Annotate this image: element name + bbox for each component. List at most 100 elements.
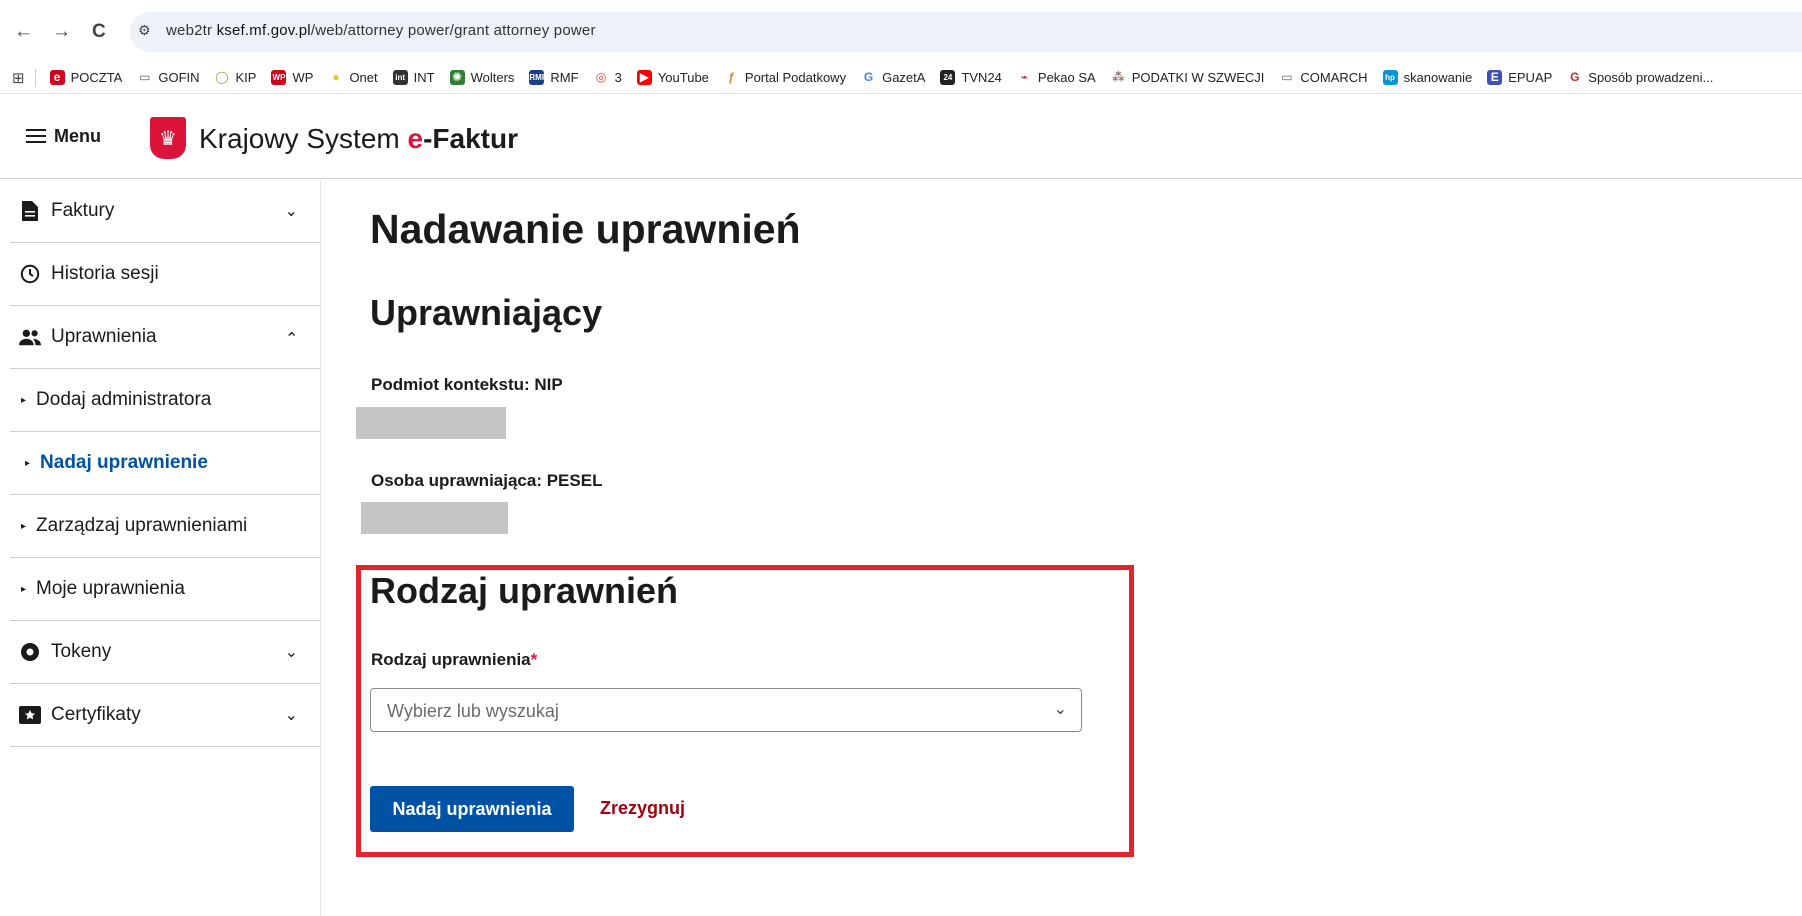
bookmark-label: RMF (550, 70, 579, 85)
bookmark-item[interactable]: ⁂ PODATKI W SZWECJI (1111, 70, 1265, 85)
sidebar-item-certyfikaty[interactable]: Certyfikaty ⌄ (10, 684, 320, 747)
bookmark-favicon-icon: E (1487, 70, 1503, 85)
menu-label: Menu (54, 125, 101, 146)
bookmark-item[interactable]: ✺ Wolters (449, 70, 515, 85)
chevron-down-icon: ⌄ (1053, 701, 1067, 718)
permission-type-select[interactable]: Wybierz lub wyszukaj ⌄ (370, 688, 1082, 732)
bookmark-item[interactable]: e POCZTA (49, 70, 123, 85)
page-title: Nadawanie uprawnień (370, 206, 801, 252)
bookmark-label: GOFIN (158, 70, 200, 85)
sidebar-item-zarzadzaj-uprawnieniami[interactable]: ▸ Zarządzaj uprawnieniami (10, 495, 320, 558)
reload-icon[interactable]: C (92, 22, 106, 42)
bookmark-item[interactable]: hp skanowanie (1382, 70, 1473, 85)
bookmark-label: 3 (614, 70, 622, 85)
bookmark-item[interactable]: 24 TVN24 (940, 70, 1002, 85)
hamburger-icon (26, 125, 46, 147)
chevron-down-icon: ⌄ (284, 203, 298, 220)
token-icon (19, 641, 41, 663)
bookmark-item[interactable]: ◎ 3 (594, 70, 622, 85)
bookmark-item[interactable]: E EPUAP (1487, 70, 1552, 85)
bullet-triangle-icon: ▸ (25, 457, 31, 469)
bookmark-label: Wolters (470, 70, 515, 85)
menu-button[interactable]: Menu (26, 125, 101, 147)
bookmark-favicon-icon: ⌁ (1020, 70, 1029, 84)
bookmark-favicon-icon: ƒ (728, 70, 735, 84)
cancel-link[interactable]: Zrezygnuj (600, 798, 685, 819)
polish-eagle-emblem-icon: ♛ (150, 117, 186, 159)
redacted-nip-value (356, 407, 506, 439)
bookmark-item[interactable]: ● Onet (328, 70, 377, 85)
bookmark-favicon-icon: ▭ (139, 70, 151, 84)
bookmark-favicon-icon: e (49, 70, 65, 85)
brand-logo[interactable]: Krajowy System e-Faktur (199, 123, 518, 155)
bookmarks-bar: ⊞ e POCZTA ▭ GOFIN ◯ KIP WP WP ● Onet int INT ✺ Wolte… (0, 62, 1802, 94)
bookmark-label: YouTube (657, 70, 709, 85)
browser-toolbar: ← → C ⚙ web2tr ksef.mf.gov.pl/web/attorn… (0, 0, 1802, 64)
sidebar-nav: Faktury ⌄ Historia sesji Uprawnienia ⌄ ▸… (10, 180, 320, 747)
back-icon[interactable]: ← (14, 22, 33, 42)
app-header: Menu ♛ Krajowy System e-Faktur (0, 95, 1802, 179)
forward-icon[interactable]: → (52, 22, 71, 42)
sidebar-item-historia-sesji[interactable]: Historia sesji (10, 243, 320, 306)
certificate-icon (19, 704, 41, 726)
sidebar-item-dodaj-administratora[interactable]: ▸ Dodaj administratora (10, 369, 320, 432)
redacted-pesel-value (361, 502, 508, 534)
bookmark-label: TVN24 (961, 70, 1002, 85)
bookmark-item[interactable]: ▭ COMARCH (1279, 70, 1367, 85)
bookmark-favicon-icon: ◯ (215, 70, 229, 84)
bookmark-item[interactable]: G GazetA (861, 70, 926, 85)
grantor-person-label: Osoba uprawniająca: PESEL (371, 471, 603, 490)
sidebar-divider (320, 180, 321, 916)
bookmark-favicon-icon: ✺ (449, 70, 465, 85)
bookmark-label: WP (292, 70, 314, 85)
bookmark-favicon-icon: 24 (940, 70, 956, 85)
url-text[interactable]: web2tr ksef.mf.gov.pl/web/attorney power… (166, 22, 596, 39)
apps-grid-icon[interactable]: ⊞ (12, 69, 25, 87)
bookmark-favicon-icon: ▭ (1281, 70, 1293, 84)
bookmark-label: Portal Podatkowy (744, 70, 847, 85)
bookmark-favicon-icon: ▶ (636, 70, 652, 85)
bookmark-label: Onet (349, 70, 378, 85)
sidebar-item-nadaj-uprawnienie[interactable]: ▸ Nadaj uprawnienie (10, 432, 320, 495)
bookmarks-divider (34, 68, 36, 87)
bullet-triangle-icon: ▸ (21, 583, 27, 595)
bookmark-label: GazetA (882, 70, 926, 85)
sidebar-item-faktury[interactable]: Faktury ⌄ (10, 180, 320, 243)
document-icon (19, 200, 41, 222)
bookmark-item[interactable]: ▶ YouTube (636, 70, 709, 85)
bookmark-item[interactable]: ▭ GOFIN (137, 70, 199, 85)
bookmark-favicon-icon: ● (332, 70, 340, 84)
sidebar-item-tokeny[interactable]: Tokeny ⌄ (10, 621, 320, 684)
site-info-icon[interactable]: ⚙ (138, 22, 151, 39)
bookmark-favicon-icon: RMF (529, 70, 547, 85)
bookmark-item[interactable]: ƒ Portal Podatkowy (724, 70, 846, 85)
bookmark-favicon-icon: ◎ (595, 70, 607, 84)
bookmark-label: skanowanie (1403, 70, 1473, 85)
bookmark-item[interactable]: int INT (392, 70, 435, 85)
bookmark-item[interactable]: G Sposób prowadzeni... (1567, 70, 1713, 85)
bookmark-item[interactable]: WP WP (271, 70, 313, 85)
grant-permissions-button[interactable]: Nadaj uprawnienia (370, 786, 574, 832)
bookmark-favicon-icon: ⁂ (1112, 70, 1125, 84)
bookmark-item[interactable]: ⌁ Pekao SA (1017, 70, 1096, 85)
bookmark-label: PODATKI W SZWECJI (1131, 70, 1265, 85)
bullet-triangle-icon: ▸ (21, 520, 27, 532)
bookmark-item[interactable]: RMF RMF (529, 70, 579, 85)
users-icon (19, 326, 41, 348)
sidebar-item-moje-uprawnienia[interactable]: ▸ Moje uprawnienia (10, 558, 320, 621)
bookmark-favicon-icon: WP (271, 70, 287, 85)
bookmark-label: INT (413, 70, 435, 85)
bookmark-label: COMARCH (1300, 70, 1368, 85)
bookmark-favicon-icon: hp (1382, 70, 1398, 85)
bookmark-label: EPUAP (1508, 70, 1553, 85)
clock-icon (19, 263, 41, 285)
bookmark-label: Pekao SA (1037, 70, 1096, 85)
bookmark-favicon-icon: G (1570, 70, 1580, 84)
sidebar-item-uprawnienia[interactable]: Uprawnienia ⌄ (10, 306, 320, 369)
bookmark-item[interactable]: ◯ KIP (215, 70, 256, 85)
context-subject-label: Podmiot kontekstu: NIP (371, 375, 563, 394)
section-heading-grantor: Uprawniający (370, 292, 603, 333)
bookmark-favicon-icon: G (863, 70, 874, 84)
bookmark-label: POCZTA (70, 70, 123, 85)
select-placeholder: Wybierz lub wyszukaj (387, 701, 559, 721)
